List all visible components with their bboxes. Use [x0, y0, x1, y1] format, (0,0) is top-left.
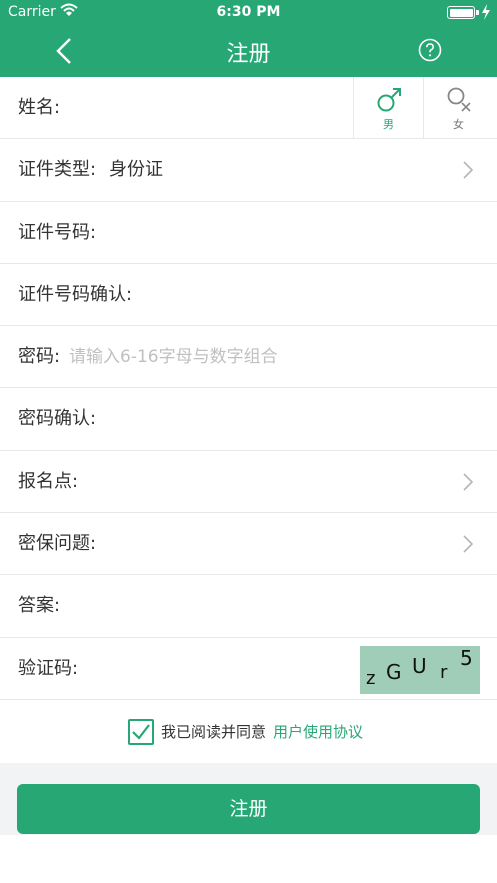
signup-point-label: 报名点:: [18, 470, 79, 492]
password-label: 密码:: [18, 346, 61, 368]
chevron-right-icon: [463, 161, 473, 179]
check-icon: [132, 724, 150, 740]
captcha-row[interactable]: 验证码: z G U r 5: [0, 637, 497, 700]
answer-label: 答案:: [18, 595, 61, 617]
status-bar: Carrier 6:30 PM: [0, 0, 497, 24]
male-icon: [377, 88, 401, 112]
female-label: 女: [453, 118, 464, 131]
id-type-label: 证件类型:: [18, 159, 97, 181]
security-question-row[interactable]: 密保问题:: [0, 513, 497, 576]
captcha-char: 5: [460, 645, 473, 670]
register-button[interactable]: 注册: [17, 784, 480, 834]
signup-point-row[interactable]: 报名点:: [0, 450, 497, 514]
battery-icon: [447, 6, 475, 19]
gender-male-option[interactable]: 男: [353, 77, 423, 139]
captcha-char: U: [412, 653, 427, 678]
password-input[interactable]: 请输入6-16字母与数字组合: [69, 326, 278, 388]
male-label: 男: [383, 118, 394, 131]
name-row: 姓名: 男 女: [0, 77, 497, 140]
question-circle-icon[interactable]: [418, 38, 442, 62]
id-number-label: 证件号码:: [18, 221, 97, 243]
password-confirm-label: 密码确认:: [18, 408, 97, 430]
agreement-text: 我已阅读并同意: [161, 723, 267, 741]
charging-icon: [482, 4, 490, 20]
nav-bar: 注册: [0, 24, 497, 77]
id-confirm-label: 证件号码确认:: [18, 283, 133, 305]
id-type-value: 身份证: [109, 159, 163, 181]
captcha-char: G: [386, 659, 402, 684]
agreement-checkbox[interactable]: [128, 719, 154, 745]
battery-tip: [476, 10, 479, 15]
user-agreement-link[interactable]: 用户使用协议: [273, 701, 363, 763]
id-confirm-row[interactable]: 证件号码确认:: [0, 263, 497, 327]
id-number-row[interactable]: 证件号码:: [0, 201, 497, 264]
female-icon: [447, 87, 471, 112]
id-type-row[interactable]: 证件类型: 身份证: [0, 139, 497, 202]
top-bar: Carrier 6:30 PM 注册: [0, 0, 497, 77]
password-row[interactable]: 密码: 请输入6-16字母与数字组合: [0, 326, 497, 389]
register-form: 姓名: 男 女 证件类型: 身份证 证件号码: 证件号码确认: 密码: 请输入6…: [0, 77, 497, 700]
answer-row[interactable]: 答案:: [0, 575, 497, 638]
captcha-label: 验证码:: [18, 657, 79, 679]
gender-female-option[interactable]: 女: [423, 77, 493, 139]
security-question-label: 密保问题:: [18, 533, 97, 555]
captcha-image[interactable]: z G U r 5: [360, 645, 480, 694]
agreement-row: 我已阅读并同意 用户使用协议: [0, 701, 497, 763]
password-confirm-row[interactable]: 密码确认:: [0, 388, 497, 451]
chevron-right-icon: [463, 473, 473, 491]
captcha-char: z: [366, 667, 376, 689]
chevron-right-icon: [463, 535, 473, 553]
status-time: 6:30 PM: [216, 4, 281, 20]
name-label: 姓名:: [18, 97, 61, 118]
captcha-char: r: [440, 661, 448, 683]
